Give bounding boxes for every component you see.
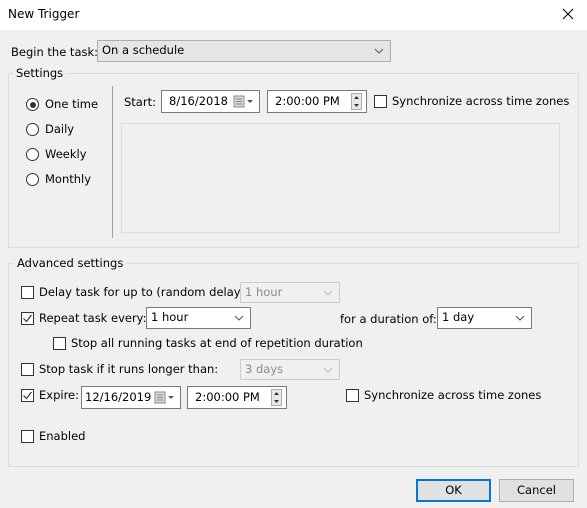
- calendar-icon[interactable]: [153, 391, 177, 404]
- spin-down-icon[interactable]: [352, 102, 361, 109]
- cancel-button[interactable]: Cancel: [499, 479, 574, 502]
- radio-button[interactable]: [26, 173, 39, 186]
- close-icon: [562, 8, 574, 20]
- begin-task-label: Begin the task:: [11, 45, 99, 59]
- radio-label: Daily: [45, 122, 75, 136]
- time-spinner[interactable]: [271, 389, 282, 406]
- expire-label: Expire:: [39, 388, 79, 402]
- begin-task-value: On a schedule: [102, 43, 185, 57]
- repeat-interval-value: 1 hour: [151, 310, 189, 324]
- stop-longer-label: Stop task if it runs longer than:: [39, 362, 219, 376]
- expire-sync-label: Synchronize across time zones: [364, 388, 542, 402]
- duration-select[interactable]: 1 day: [437, 307, 532, 329]
- start-date-value: 8/16/2018: [169, 94, 228, 108]
- expire-date-picker[interactable]: 12/16/2019: [81, 386, 181, 409]
- radio-label: Monthly: [45, 172, 92, 186]
- spin-down-icon[interactable]: [272, 398, 281, 405]
- duration-label: for a duration of:: [340, 312, 437, 326]
- recurrence-panel: [121, 123, 560, 233]
- chevron-down-icon: [515, 315, 525, 321]
- advanced-settings-title: Advanced settings: [14, 256, 127, 270]
- window-title: New Trigger: [8, 7, 80, 21]
- sync-label: Synchronize across time zones: [392, 94, 570, 108]
- repeat-interval-select[interactable]: 1 hour: [146, 307, 251, 329]
- begin-task-select[interactable]: On a schedule: [97, 40, 391, 62]
- calendar-icon[interactable]: [232, 95, 256, 108]
- spin-up-icon[interactable]: [272, 390, 281, 397]
- stop-longer-value: 3 days: [245, 362, 284, 376]
- delay-value: 1 hour: [245, 285, 283, 299]
- chevron-down-icon: [234, 315, 244, 321]
- repeat-label: Repeat task every:: [39, 311, 147, 325]
- checkmark-icon: [23, 391, 32, 400]
- delay-label: Delay task for up to (random delay):: [39, 285, 249, 299]
- stop-all-checkbox[interactable]: [53, 337, 66, 350]
- start-time-value: 2:00:00 PM: [275, 94, 340, 108]
- radio-button[interactable]: [26, 123, 39, 136]
- expire-time-field[interactable]: 2:00:00 PM: [187, 386, 287, 409]
- expire-sync-checkbox[interactable]: [346, 389, 359, 402]
- start-time-field[interactable]: 2:00:00 PM: [267, 90, 367, 113]
- enabled-checkbox[interactable]: [21, 430, 34, 443]
- duration-value: 1 day: [442, 310, 475, 324]
- expire-date-value: 12/16/2019: [85, 390, 152, 404]
- chevron-down-icon: [323, 367, 333, 373]
- chevron-down-icon: [323, 290, 333, 296]
- expire-checkbox[interactable]: [21, 389, 34, 402]
- start-date-picker[interactable]: 8/16/2018: [161, 90, 260, 113]
- ok-button[interactable]: OK: [416, 479, 491, 502]
- settings-group-title: Settings: [13, 66, 67, 80]
- settings-divider: [112, 86, 113, 238]
- spin-up-icon[interactable]: [352, 94, 361, 101]
- checkmark-icon: [23, 314, 32, 323]
- radio-label: One time: [45, 97, 99, 111]
- delay-select[interactable]: 1 hour: [240, 282, 340, 303]
- radio-label: Weekly: [45, 147, 87, 161]
- radio-button[interactable]: [26, 98, 39, 111]
- title-bar: [0, 0, 587, 30]
- close-button[interactable]: [558, 4, 578, 24]
- sync-checkbox[interactable]: [374, 95, 387, 108]
- chevron-down-icon: [374, 48, 384, 54]
- delay-checkbox[interactable]: [21, 286, 34, 299]
- stop-longer-select[interactable]: 3 days: [240, 359, 340, 380]
- stop-all-label: Stop all running tasks at end of repetit…: [71, 336, 363, 350]
- expire-time-value: 2:00:00 PM: [195, 390, 260, 404]
- radio-button[interactable]: [26, 148, 39, 161]
- time-spinner[interactable]: [351, 93, 362, 110]
- start-label: Start:: [124, 95, 156, 109]
- stop-longer-checkbox[interactable]: [21, 363, 34, 376]
- enabled-label: Enabled: [39, 429, 86, 443]
- repeat-checkbox[interactable]: [21, 312, 34, 325]
